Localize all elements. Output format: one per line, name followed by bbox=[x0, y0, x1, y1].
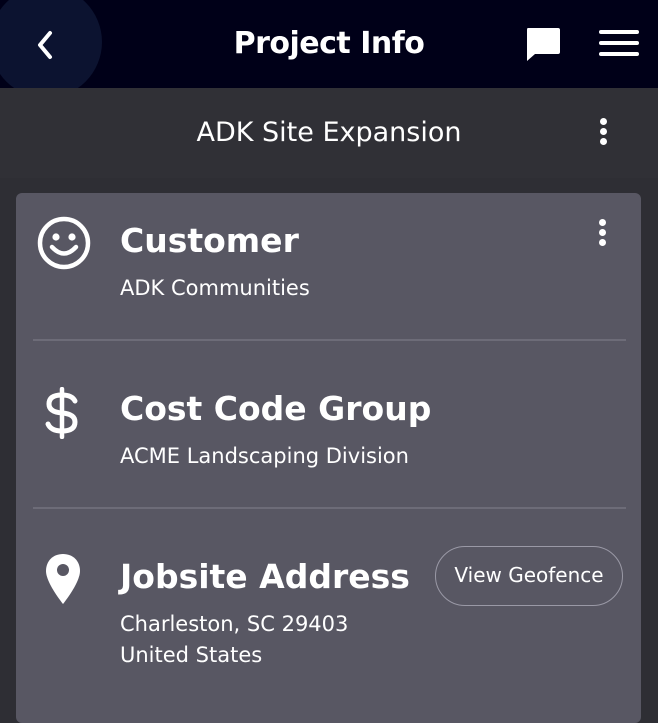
divider bbox=[33, 339, 626, 341]
hamburger-menu-icon bbox=[599, 30, 639, 56]
jobsite-address-title: Jobsite Address bbox=[120, 557, 410, 596]
back-button[interactable] bbox=[0, 0, 102, 98]
dot bbox=[599, 128, 607, 135]
cost-code-group-title: Cost Code Group bbox=[120, 389, 432, 428]
map-pin-icon bbox=[44, 552, 82, 610]
chat-button[interactable] bbox=[524, 26, 562, 64]
vertical-dots-icon bbox=[598, 219, 606, 226]
customer-options-button[interactable] bbox=[596, 219, 608, 253]
smiley-face-icon bbox=[37, 216, 91, 274]
project-info-card: Customer ADK Communities Cost Code Group… bbox=[16, 193, 641, 723]
project-options-button[interactable] bbox=[597, 118, 609, 152]
dollar-sign-icon bbox=[44, 386, 80, 443]
chevron-left-icon bbox=[38, 31, 52, 59]
customer-title: Customer bbox=[120, 221, 299, 260]
cost-code-group-value: ACME Landscaping Division bbox=[120, 444, 409, 468]
view-geofence-button[interactable]: View Geofence bbox=[435, 546, 623, 606]
app-bar: Project Info bbox=[0, 0, 658, 98]
chat-bubble-icon bbox=[527, 28, 560, 61]
divider bbox=[33, 507, 626, 509]
dot bbox=[599, 138, 607, 145]
project-header: ADK Site Expansion bbox=[0, 88, 658, 178]
dot bbox=[598, 229, 606, 236]
dot bbox=[598, 239, 606, 246]
vertical-dots-icon bbox=[599, 118, 607, 125]
menu-button[interactable] bbox=[598, 26, 640, 60]
customer-value: ADK Communities bbox=[120, 276, 310, 300]
jobsite-address-line-1: Charleston, SC 29403 bbox=[120, 612, 349, 636]
project-name: ADK Site Expansion bbox=[196, 117, 462, 148]
jobsite-address-line-2: United States bbox=[120, 643, 263, 667]
